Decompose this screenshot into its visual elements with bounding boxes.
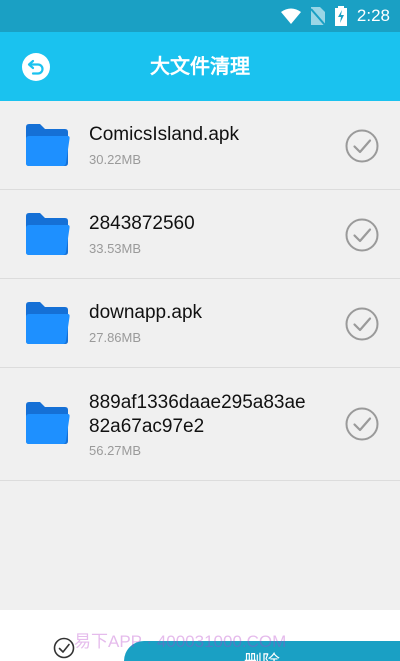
status-bar: 2:28 [0,0,400,32]
app-bar: 大文件清理 [0,32,400,101]
file-row[interactable]: 889af1336daae295a83ae 82a67ac97e2 56.27M… [0,368,400,481]
file-size: 56.27MB [89,443,142,458]
check-circle-icon[interactable] [345,218,379,252]
back-arrow-icon [27,59,44,75]
file-name: 2843872560 [89,213,195,234]
folder-icon [26,124,70,166]
watermark: 易下APP · 400031000.COM [74,632,287,651]
status-time: 2:28 [356,6,390,25]
page-title: 大文件清理 [150,54,250,78]
file-row[interactable]: downapp.apk 27.86MB [0,279,400,368]
file-size: 33.53MB [89,241,142,256]
select-all-checkbox[interactable] [53,637,75,659]
file-row[interactable]: 2843872560 33.53MB [0,190,400,279]
file-name: 889af1336daae295a83ae 82a67ac97e2 [89,392,306,437]
file-row[interactable]: ComicsIsland.apk 30.22MB [0,101,400,190]
folder-icon [26,402,70,444]
file-size: 30.22MB [89,152,142,167]
status-icons: 2:28 [280,5,390,27]
file-name: downapp.apk [89,302,203,323]
no-sim-icon [310,7,325,25]
folder-icon [26,302,70,344]
folder-icon [26,213,70,255]
wifi-icon [280,8,301,24]
file-list: ComicsIsland.apk 30.22MB 2843872560 33.5… [0,101,400,481]
check-circle-icon[interactable] [345,307,379,341]
file-size: 27.86MB [89,330,142,345]
back-button[interactable] [22,53,50,81]
file-name: ComicsIsland.apk [89,124,239,145]
check-circle-icon[interactable] [345,129,379,163]
check-circle-icon[interactable] [345,407,379,441]
battery-charging-icon [334,6,347,26]
